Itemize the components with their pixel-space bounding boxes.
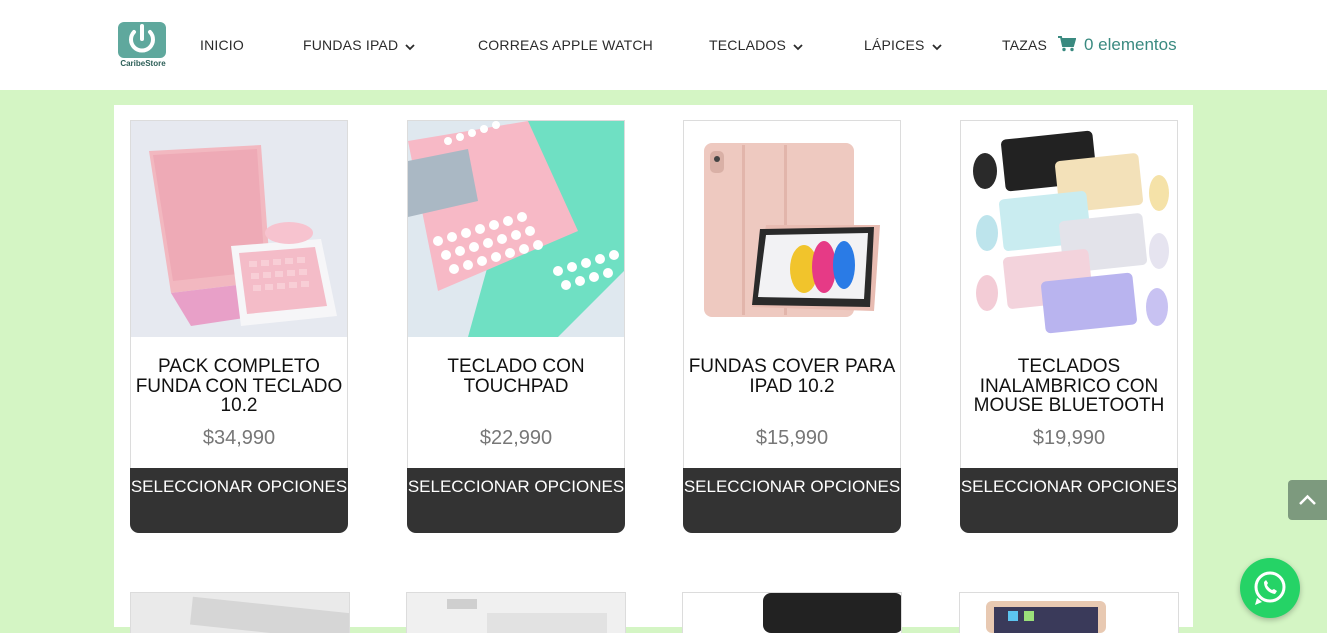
- store-logo[interactable]: CaribeStore: [117, 22, 167, 70]
- nav-item-inicio[interactable]: INICIO: [200, 36, 244, 54]
- nav-item-tazas[interactable]: TAZAS: [1002, 36, 1047, 54]
- logo-text: CaribeStore: [120, 59, 166, 68]
- product-image[interactable]: [961, 121, 1177, 337]
- chevron-down-icon: [405, 37, 415, 55]
- product-price: $15,990: [755, 427, 829, 449]
- select-options-button[interactable]: SELECCIONAR OPCIONES: [130, 468, 348, 533]
- cart-count-label: 0 elementos: [1084, 35, 1177, 54]
- nav-label: LÁPICES: [864, 37, 925, 53]
- product-card: TECLADO CON TOUCHPAD $22,990 SELECCIONAR…: [407, 120, 625, 533]
- nav-item-teclados[interactable]: TECLADOS: [709, 36, 803, 55]
- chevron-up-icon: [1288, 494, 1327, 524]
- shopping-cart-icon: [1058, 35, 1084, 54]
- product-price: $19,990: [1032, 427, 1106, 449]
- product-title[interactable]: FUNDAS COVER PARA IPAD 10.2: [685, 357, 899, 396]
- product-card: PACK COMPLETO FUNDA CON TECLADO 10.2 $34…: [130, 120, 348, 533]
- nav-label: FUNDAS IPAD: [303, 37, 399, 53]
- nav-item-correas-apple-watch[interactable]: CORREAS APPLE WATCH: [478, 36, 653, 54]
- whatsapp-icon: [1240, 571, 1300, 622]
- product-image[interactable]: [131, 121, 347, 337]
- nav-item-fundas-ipad[interactable]: FUNDAS IPAD: [303, 36, 415, 55]
- product-title[interactable]: TECLADO CON TOUCHPAD: [409, 357, 623, 396]
- select-options-button[interactable]: SELECCIONAR OPCIONES: [960, 468, 1178, 533]
- product-price: $22,990: [479, 427, 553, 449]
- product-card: TECLADOS INALAMBRICO CON MOUSE BLUETOOTH…: [960, 120, 1178, 533]
- product-card: FUNDAS COVER PARA IPAD 10.2 $15,990 SELE…: [683, 120, 901, 533]
- site-header: CaribeStore INICIO FUNDAS IPAD CORREAS A…: [0, 0, 1327, 90]
- product-title[interactable]: PACK COMPLETO FUNDA CON TECLADO 10.2: [132, 357, 346, 416]
- whatsapp-button[interactable]: [1240, 558, 1300, 618]
- product-image[interactable]: [408, 121, 624, 337]
- chevron-down-icon: [793, 37, 803, 55]
- chevron-down-icon: [931, 37, 942, 55]
- nav-label: CORREAS APPLE WATCH: [478, 37, 653, 53]
- nav-label: TAZAS: [1002, 37, 1048, 53]
- select-options-button[interactable]: SELECCIONAR OPCIONES: [683, 468, 901, 533]
- select-options-button[interactable]: SELECCIONAR OPCIONES: [407, 468, 625, 533]
- product-price: $34,990: [202, 427, 276, 449]
- scroll-to-top-button[interactable]: [1288, 480, 1327, 520]
- cart-link[interactable]: 0 elementos: [1058, 35, 1177, 55]
- nav-item-lapices[interactable]: LÁPICES: [864, 36, 942, 55]
- power-icon: [118, 22, 166, 58]
- nav-label: INICIO: [200, 37, 244, 53]
- product-title[interactable]: TECLADOS INALAMBRICO CON MOUSE BLUETOOTH: [962, 357, 1176, 416]
- nav-label: TECLADOS: [709, 37, 787, 53]
- product-image[interactable]: [684, 121, 900, 337]
